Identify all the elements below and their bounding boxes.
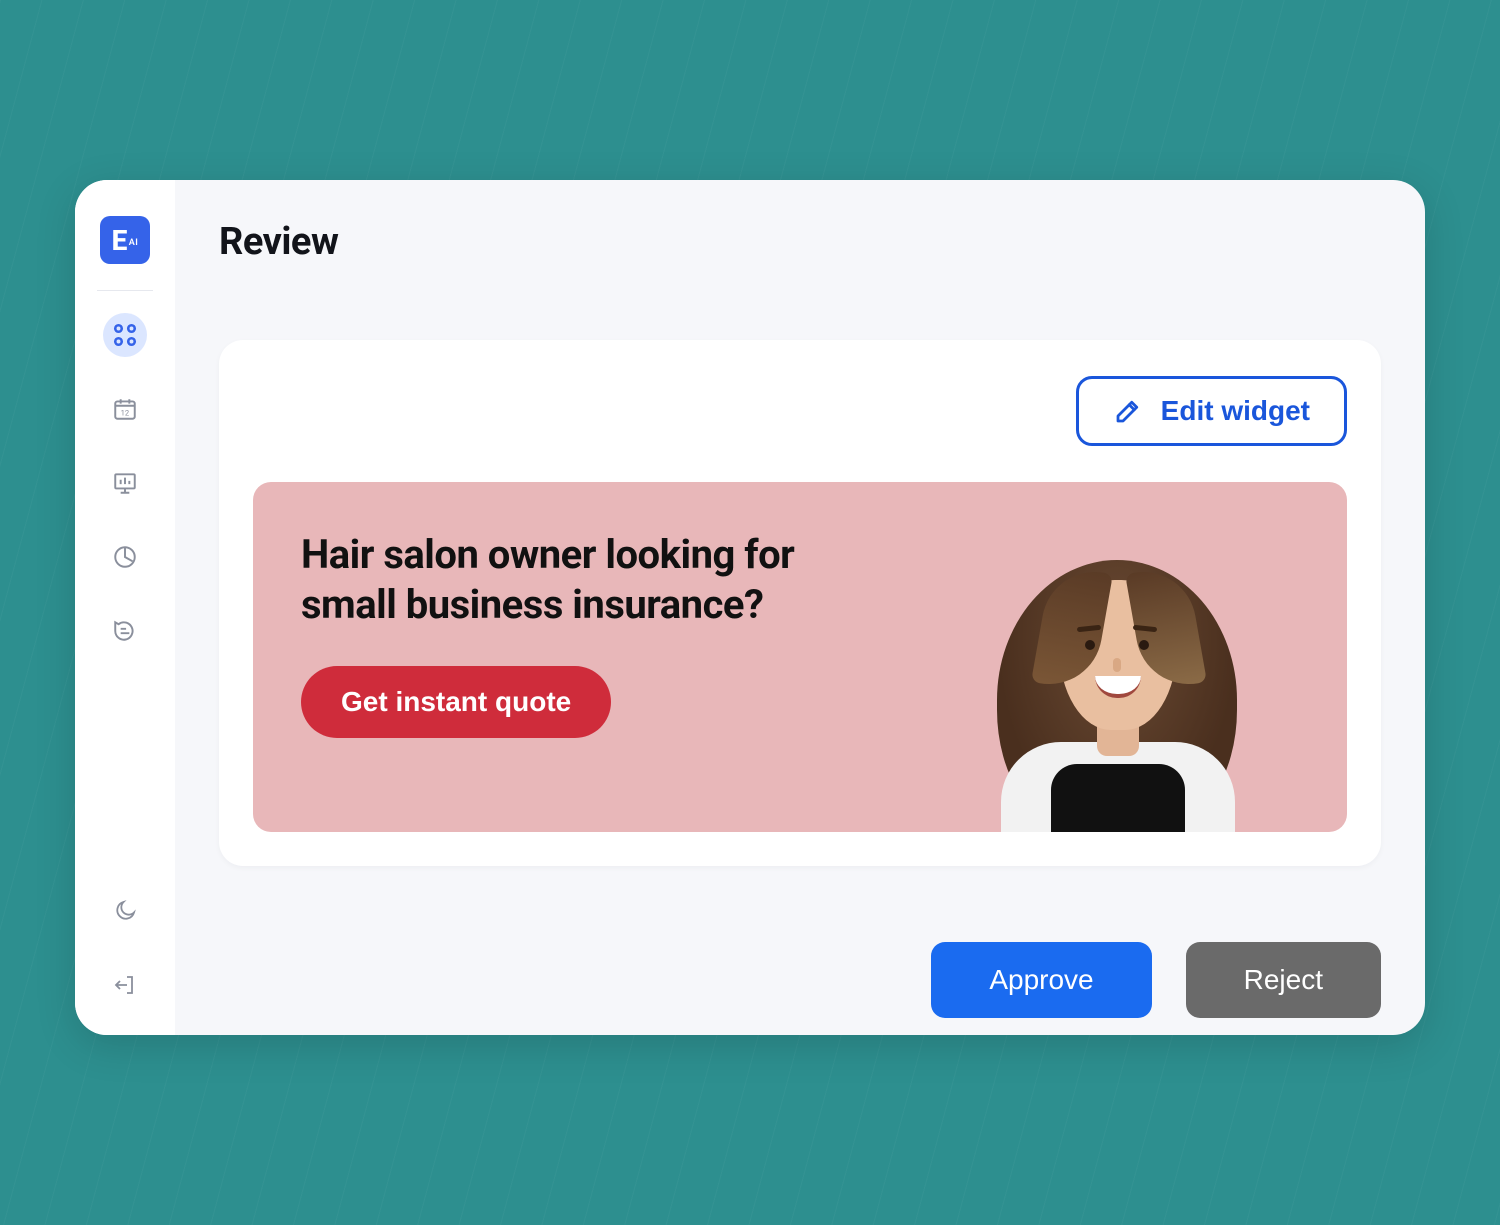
sidebar-bottom (103, 889, 147, 1007)
chat-icon (111, 617, 139, 645)
page-title: Review (219, 220, 1381, 264)
brand-logo-sub: AI (129, 238, 139, 248)
presentation-icon (111, 469, 139, 497)
dashboard-icon (111, 321, 139, 349)
sidebar-divider (97, 290, 153, 291)
svg-text:12: 12 (121, 409, 130, 418)
logout-icon (111, 971, 139, 999)
moon-icon (111, 897, 139, 925)
widget-text-block: Hair salon owner looking for small busin… (253, 482, 888, 832)
review-card: Edit widget Hair salon owner looking for… (219, 340, 1381, 866)
main-content: Review Edit widget Hair salon owner look… (175, 180, 1425, 1035)
sidebar-item-reports[interactable] (103, 535, 147, 579)
brand-logo[interactable]: EAI (100, 216, 150, 264)
footer-actions: Approve Reject (219, 942, 1381, 1018)
person-illustration (947, 502, 1287, 832)
widget-preview: Hair salon owner looking for small busin… (253, 482, 1347, 832)
app-window: EAI 12 (75, 180, 1425, 1035)
edit-icon (1113, 396, 1143, 426)
sidebar: EAI 12 (75, 180, 175, 1035)
pie-chart-icon (111, 543, 139, 571)
edit-widget-label: Edit widget (1161, 395, 1310, 427)
logout-button[interactable] (103, 963, 147, 1007)
card-toolbar: Edit widget (253, 376, 1347, 446)
sidebar-item-chat[interactable] (103, 609, 147, 653)
sidebar-item-presentation[interactable] (103, 461, 147, 505)
widget-headline: Hair salon owner looking for small busin… (301, 530, 821, 630)
sidebar-item-dashboard[interactable] (103, 313, 147, 357)
sidebar-item-calendar[interactable]: 12 (103, 387, 147, 431)
approve-button[interactable]: Approve (931, 942, 1151, 1018)
reject-button[interactable]: Reject (1186, 942, 1381, 1018)
get-quote-button[interactable]: Get instant quote (301, 666, 611, 738)
brand-logo-letter: E (112, 224, 128, 257)
theme-toggle[interactable] (103, 889, 147, 933)
edit-widget-button[interactable]: Edit widget (1076, 376, 1347, 446)
widget-image (888, 482, 1347, 832)
calendar-icon: 12 (111, 395, 139, 423)
sidebar-nav: 12 (103, 313, 147, 889)
